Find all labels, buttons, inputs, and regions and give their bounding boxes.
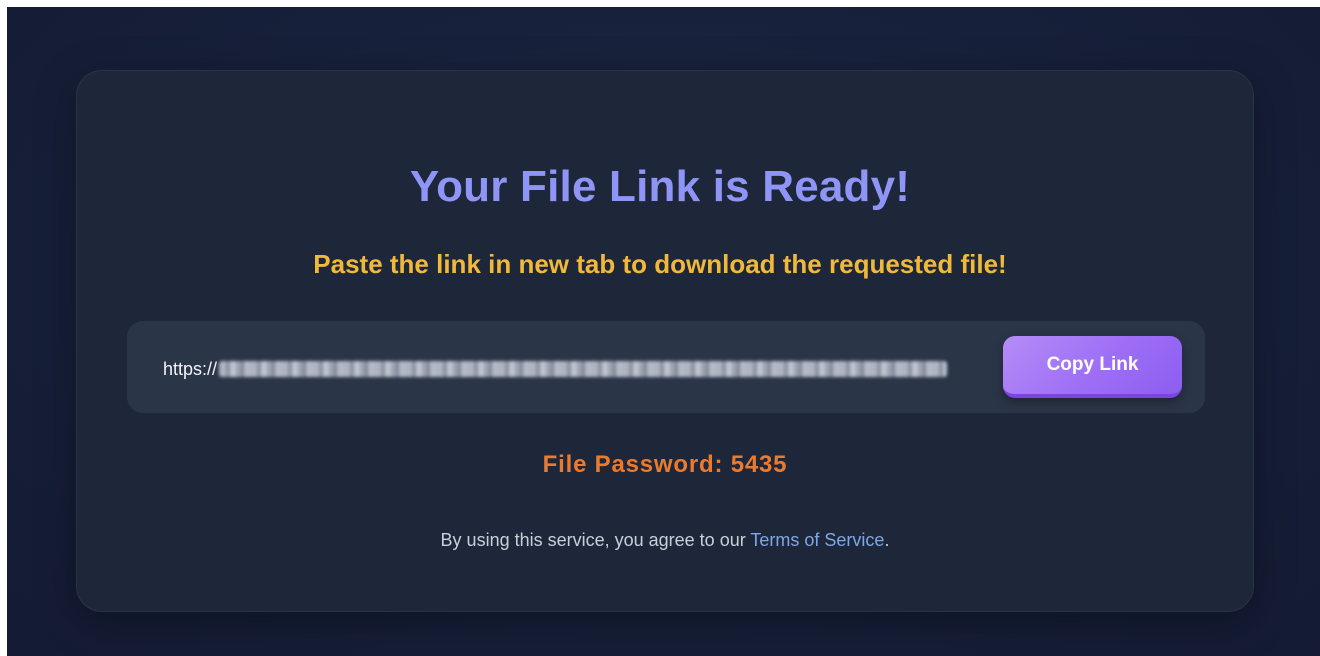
file-link-field[interactable]: https:// [163, 357, 963, 381]
terms-suffix: . [884, 530, 890, 550]
terms-of-service-link[interactable]: Terms of Service [750, 530, 884, 550]
terms-notice: By using this service, you agree to our … [0, 530, 1320, 551]
link-prefix: https:// [163, 358, 218, 379]
instruction-subtitle: Paste the link in new tab to download th… [313, 249, 1007, 279]
file-password: File Password: 5435 [542, 451, 788, 478]
terms-prefix: By using this service, you agree to our [440, 530, 751, 550]
page-title: Your File Link is Ready! [409, 162, 911, 211]
redacted-link-text [219, 361, 948, 377]
copy-link-button[interactable]: Copy Link [1003, 336, 1182, 398]
